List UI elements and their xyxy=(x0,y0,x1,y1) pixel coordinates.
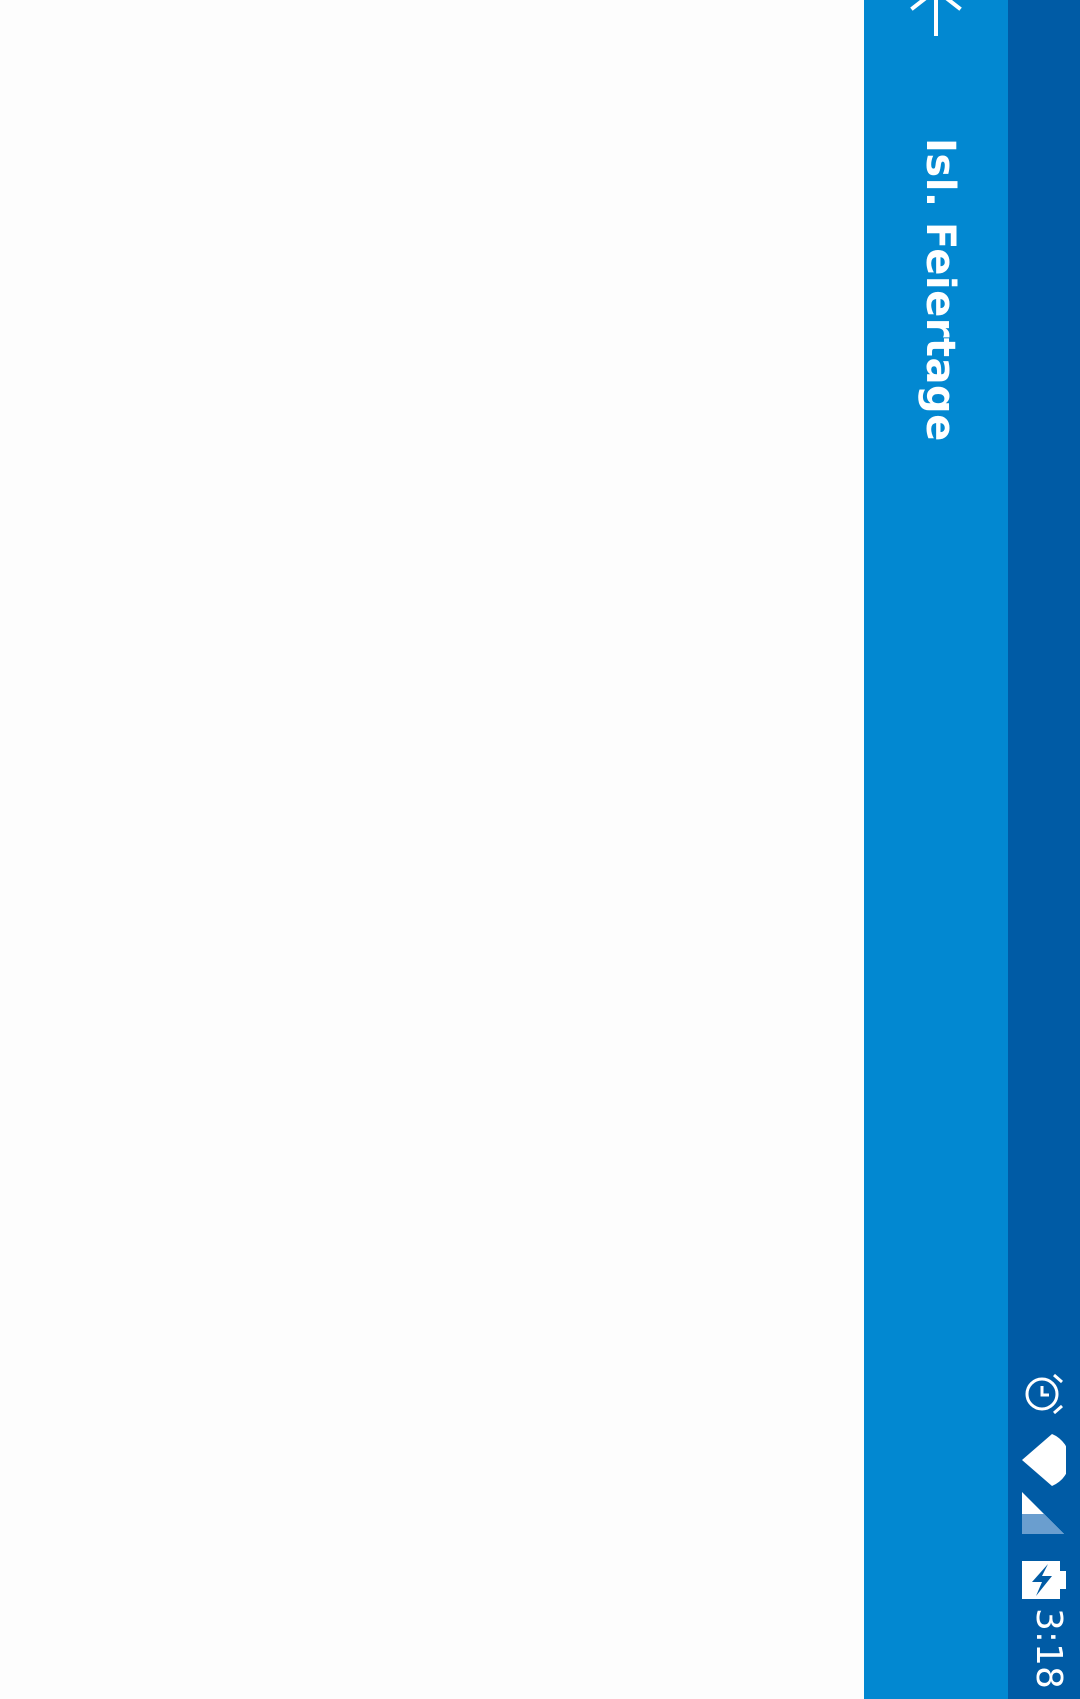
app-screen: Isl. Feiertage 3:18 xyxy=(0,0,1080,1699)
arrow-up-icon xyxy=(909,0,963,36)
back-button[interactable] xyxy=(888,0,984,56)
content-area xyxy=(0,0,864,1699)
status-bar: 3:18 xyxy=(1008,0,1080,1699)
alarm-icon xyxy=(1022,1370,1066,1414)
wifi-icon xyxy=(1022,1432,1066,1488)
cell-signal-icon xyxy=(1022,1492,1066,1536)
battery-charging-icon xyxy=(1022,1558,1066,1602)
toolbar-title: Isl. Feiertage xyxy=(917,138,963,442)
app-toolbar: Isl. Feiertage xyxy=(864,0,1008,1699)
status-time: 3:18 xyxy=(1028,1608,1069,1689)
